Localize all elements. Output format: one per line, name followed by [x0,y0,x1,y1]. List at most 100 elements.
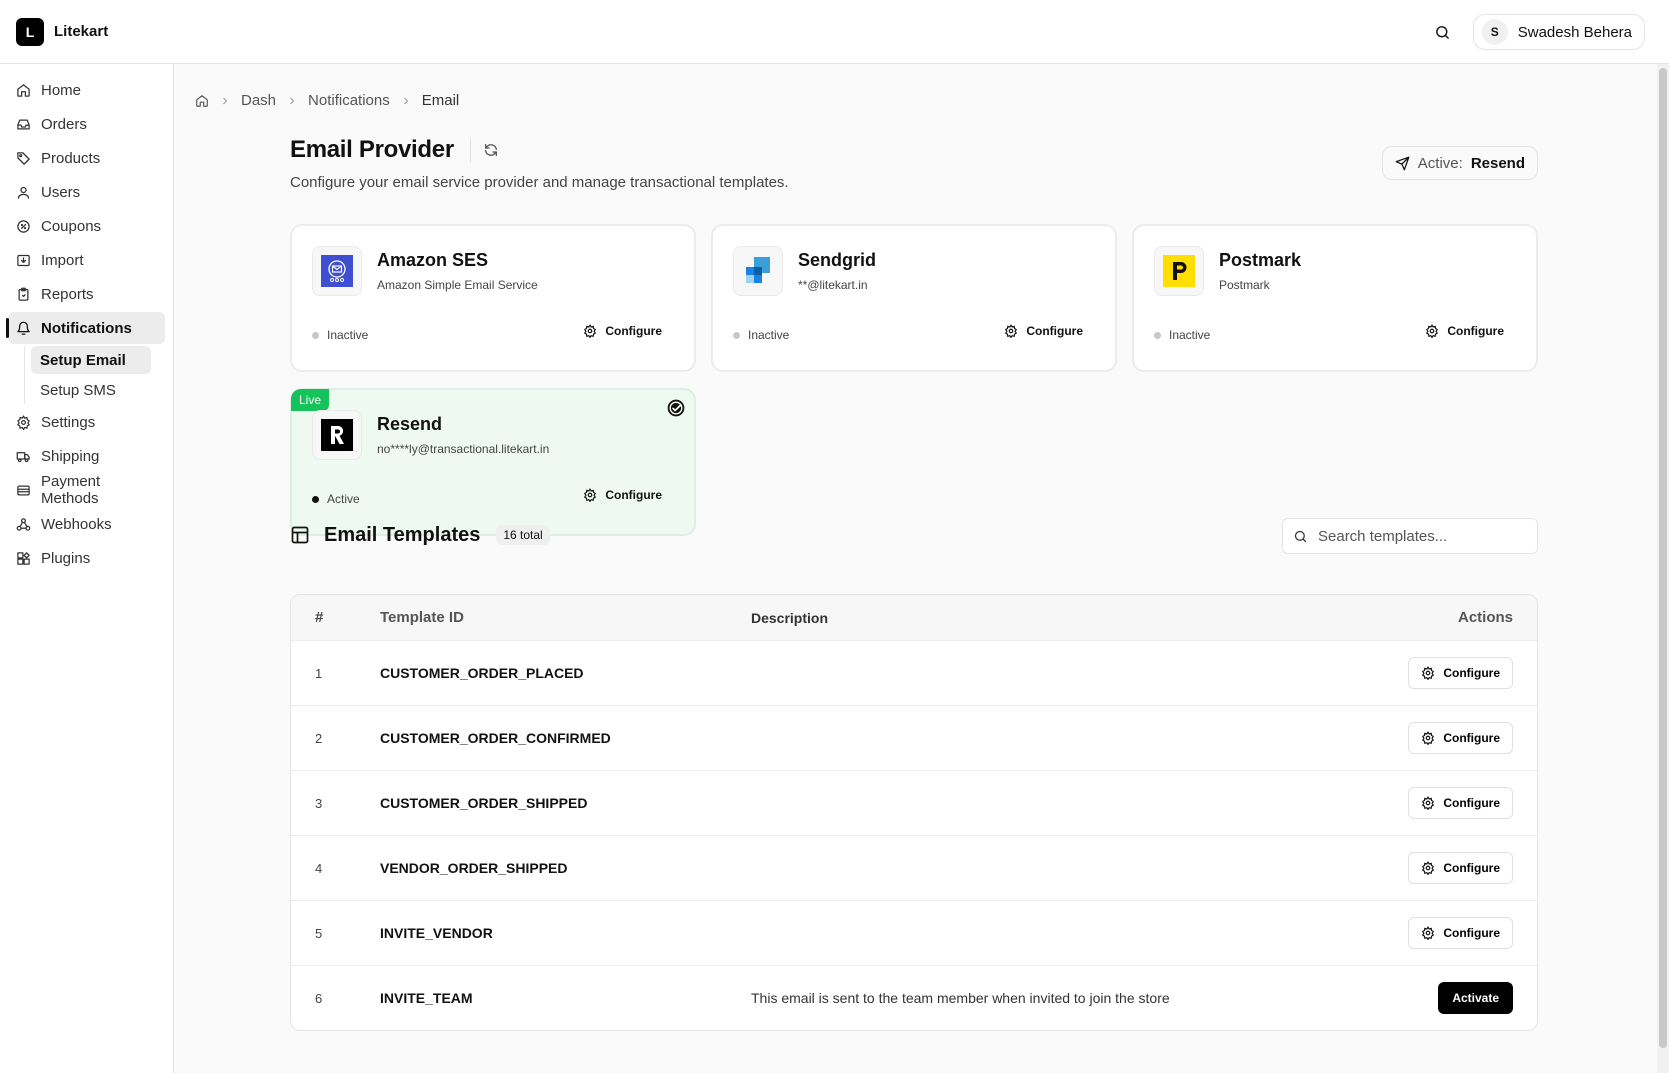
template-description: This email is sent to the team member wh… [751,990,1170,1006]
provider-name: Amazon SES [377,250,489,270]
configure-button[interactable]: Configure [1425,324,1504,338]
home-icon[interactable] [195,94,209,108]
home-icon [17,83,30,97]
sidebar-item-label: Reports [41,285,94,303]
gear-icon [1422,731,1435,745]
row-number: 6 [315,990,323,1006]
truck-icon [16,451,30,462]
template-id: CUSTOMER_ORDER_PLACED [380,665,584,681]
sidebar-item-label: Shipping [41,447,100,465]
top-header: L Litekart S Swadesh Behera [0,0,1669,64]
provider-card-postmark[interactable]: Postmark Postmark Inactive Configure [1132,224,1538,372]
template-id: CUSTOMER_ORDER_SHIPPED [380,795,588,811]
page-title: Email Provider [290,136,454,163]
activate-button[interactable]: Activate [1438,982,1513,1014]
app-logo[interactable]: L [16,17,44,46]
row-number: 4 [315,860,323,876]
app-name[interactable]: Litekart [54,23,108,40]
configure-button[interactable]: Configure [583,488,662,502]
bell-icon [17,321,30,335]
sidebar-item-reports[interactable]: Reports [8,278,165,310]
breadcrumb: Dash Notifications Email [195,92,459,109]
template-id: CUSTOMER_ORDER_CONFIRMED [380,730,611,746]
sendgrid-logo-icon [746,257,770,283]
sidebar-item-settings[interactable]: Settings [8,406,165,438]
sidebar-subitem-setup-sms[interactable]: Setup SMS [31,376,151,404]
scrollbar-thumb[interactable] [1659,68,1667,1048]
resend-logo-icon [321,419,353,451]
sidebar-item-plugins[interactable]: Plugins [8,542,165,574]
breadcrumb-notifications[interactable]: Notifications [308,92,390,109]
sidebar-item-label: Users [41,183,81,201]
gear-icon [584,488,597,502]
chevron-right-icon [223,97,228,104]
breadcrumb-email: Email [421,92,460,109]
sidebar-item-products[interactable]: Products [8,142,165,174]
column-header-number: # [315,609,324,626]
provider-card-amazon-ses[interactable]: Amazon SES Amazon Simple Email Service I… [290,224,696,372]
postmark-logo [1154,246,1204,296]
sidebar-item-label: Notifications [41,319,132,337]
row-number: 2 [315,730,323,746]
configure-button[interactable]: Configure [1408,787,1513,819]
sidebar-item-label: Payment Methods [41,473,101,507]
check-circle-icon [667,399,685,417]
page-content: Email Provider Configure your email serv… [290,136,1538,1031]
configure-button[interactable]: Configure [583,324,662,338]
provider-card-sendgrid[interactable]: Sendgrid **@litekart.in Inactive Configu… [711,224,1117,372]
sidebar-item-label: Plugins [41,549,91,567]
sidebar-item-import[interactable]: Import [8,244,165,276]
sidebar-item-label: Home [41,81,82,99]
title-divider [469,138,471,162]
resend-logo [312,410,362,460]
sidebar-item-label: Settings [41,413,96,431]
status-dot [312,331,319,339]
gear-icon [1422,926,1435,940]
templates-table: # Template ID Description Actions 1 CUST… [290,594,1538,1031]
provider-card-resend[interactable]: Live Resend no****ly@transactional.litek… [290,388,696,536]
provider-status: Inactive [733,328,789,342]
table-row: 3 CUSTOMER_ORDER_SHIPPED Configure [291,770,1537,835]
sidebar-item-webhooks[interactable]: Webhooks [8,508,165,540]
table-row: 5 INVITE_VENDOR Configure [291,900,1537,965]
refresh-icon[interactable] [483,142,499,158]
configure-button[interactable]: Configure [1408,917,1513,949]
configure-button[interactable]: Configure [1004,324,1083,338]
coupon-icon [17,219,30,233]
chevron-right-icon [403,97,408,104]
sidebar-item-label: Orders [41,115,87,133]
postmark-logo-icon [1163,255,1195,287]
sidebar-subitem-setup-email[interactable]: Setup Email [31,346,151,374]
page-subtitle: Configure your email service provider an… [290,174,789,191]
sidebar-item-home[interactable]: Home [8,74,165,106]
sidebar-item-coupons[interactable]: Coupons [8,210,165,242]
breadcrumb-dash[interactable]: Dash [241,92,276,109]
configure-button[interactable]: Configure [1408,852,1513,884]
user-menu-button[interactable]: S Swadesh Behera [1472,14,1645,50]
templates-title: Email Templates [324,523,481,546]
provider-name: Sendgrid [798,250,877,270]
main-content: Dash Notifications Email Email Provider … [175,64,1657,1073]
row-number: 5 [315,925,323,941]
layout-icon [291,526,309,544]
gear-icon [1422,666,1435,680]
provider-status: Inactive [312,328,368,342]
sidebar-item-shipping[interactable]: Shipping [8,440,165,472]
sidebar-item-orders[interactable]: Orders [8,108,165,140]
sidebar-item-notifications[interactable]: Notifications [6,312,165,344]
sendgrid-logo [733,246,783,296]
configure-button[interactable]: Configure [1408,722,1513,754]
active-provider-chip: Active: Resend [1381,146,1538,180]
templates-search-input[interactable] [1318,527,1518,545]
configure-button[interactable]: Configure [1408,657,1513,689]
templates-count-badge: 16 total [496,525,550,545]
wallet-icon [17,485,30,495]
sidebar-item-users[interactable]: Users [8,176,165,208]
sidebar-item-label: Products [41,149,101,167]
sidebar-item-payment-methods[interactable]: Payment Methods [8,473,165,507]
templates-search[interactable] [1282,518,1538,554]
header-search-button[interactable] [1429,18,1457,46]
inbox-icon [17,119,30,129]
gear-icon [1005,324,1018,338]
gear-icon [1426,324,1439,338]
